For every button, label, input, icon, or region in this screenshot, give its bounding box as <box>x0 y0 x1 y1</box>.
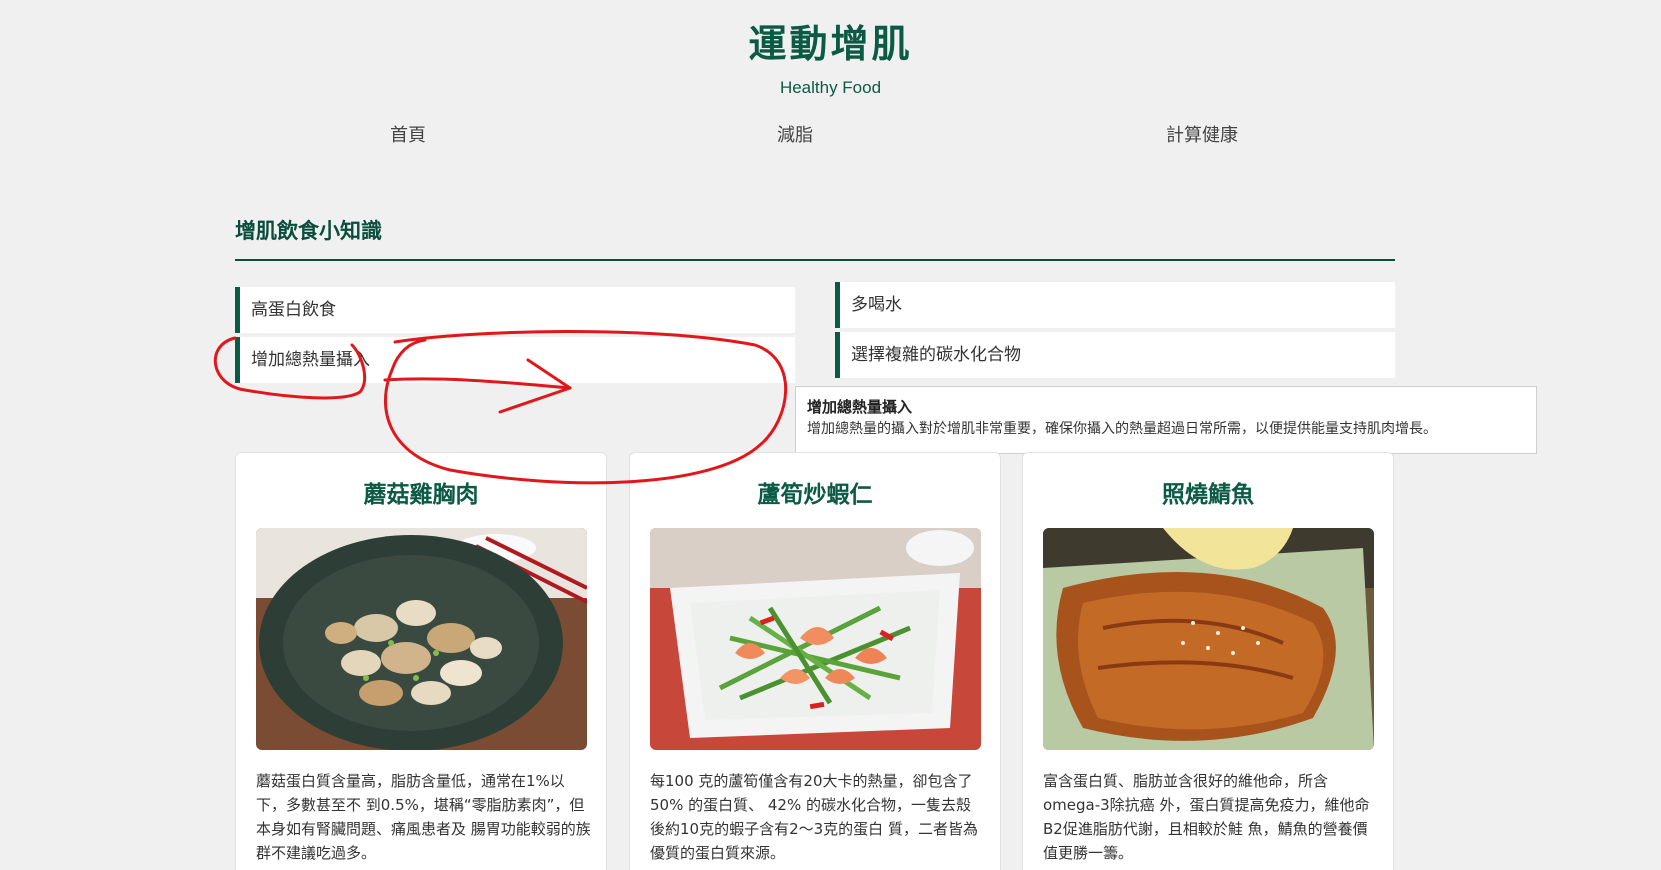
tip-complex-carbs[interactable]: 選擇複雜的碳水化合物 <box>835 332 1395 378</box>
site-title: 運動增肌 <box>748 22 913 66</box>
tip-high-protein[interactable]: 高蛋白飲食 <box>235 287 795 333</box>
asparagus-shrimp-photo <box>650 528 981 750</box>
tip-tooltip: 增加總熱量攝入 增加總熱量的攝入對於增肌非常重要，確保你攝入的熱量超過日常所需，… <box>795 386 1537 454</box>
recipe-description: 蘑菇蛋白質含量高，脂肪含量低，通常在1%以下，多數甚至不 到0.5%，堪稱“零脂… <box>256 772 591 862</box>
tip-drink-water[interactable]: 多喝水 <box>835 282 1395 328</box>
tooltip-body: 增加總熱量的攝入對於增肌非常重要，確保你攝入的熱量超過日常所需，以便提供能量支持… <box>807 421 1437 437</box>
recipe-card[interactable]: 蘑菇雞胸肉 蘑菇蛋白質含量高，脂肪含量低，通常在1%以下，多數甚至不 到0.5%… <box>235 452 607 870</box>
recipe-title: 蘑菇雞胸肉 <box>363 482 479 508</box>
recipe-card[interactable]: 照燒鯖魚 富含蛋白質、脂肪並含很好的維他命，所含omega-3除抗癌 外，蛋白質… <box>1022 452 1394 870</box>
teriyaki-mackerel-photo <box>1043 528 1374 750</box>
recipe-card[interactable]: 蘆筍炒蝦仁 每100 克的蘆筍僅含有20大卡的熱量，卻包含了50% 的蛋白質、 … <box>629 452 1001 870</box>
nav-item-home[interactable]: 首頁 <box>390 121 426 147</box>
section-title: 增肌飲食小知識 <box>235 219 382 243</box>
mushroom-chicken-photo <box>256 528 587 750</box>
recipe-title: 照燒鯖魚 <box>1162 482 1254 508</box>
recipe-description: 每100 克的蘆筍僅含有20大卡的熱量，卻包含了50% 的蛋白質、 42% 的碳… <box>650 772 978 862</box>
tip-increase-calories[interactable]: 增加總熱量攝入 <box>235 337 795 383</box>
section-divider <box>235 259 1395 261</box>
tooltip-title: 增加總熱量攝入 <box>807 398 913 416</box>
recipe-description: 富含蛋白質、脂肪並含很好的維他命，所含omega-3除抗癌 外，蛋白質提高免疫力… <box>1043 772 1370 862</box>
site-subtitle: Healthy Food <box>779 78 882 97</box>
recipe-title: 蘆筍炒蝦仁 <box>757 482 873 508</box>
nav-item-fat-loss[interactable]: 減脂 <box>777 121 813 147</box>
nav-item-health-calculator[interactable]: 計算健康 <box>1166 121 1238 147</box>
